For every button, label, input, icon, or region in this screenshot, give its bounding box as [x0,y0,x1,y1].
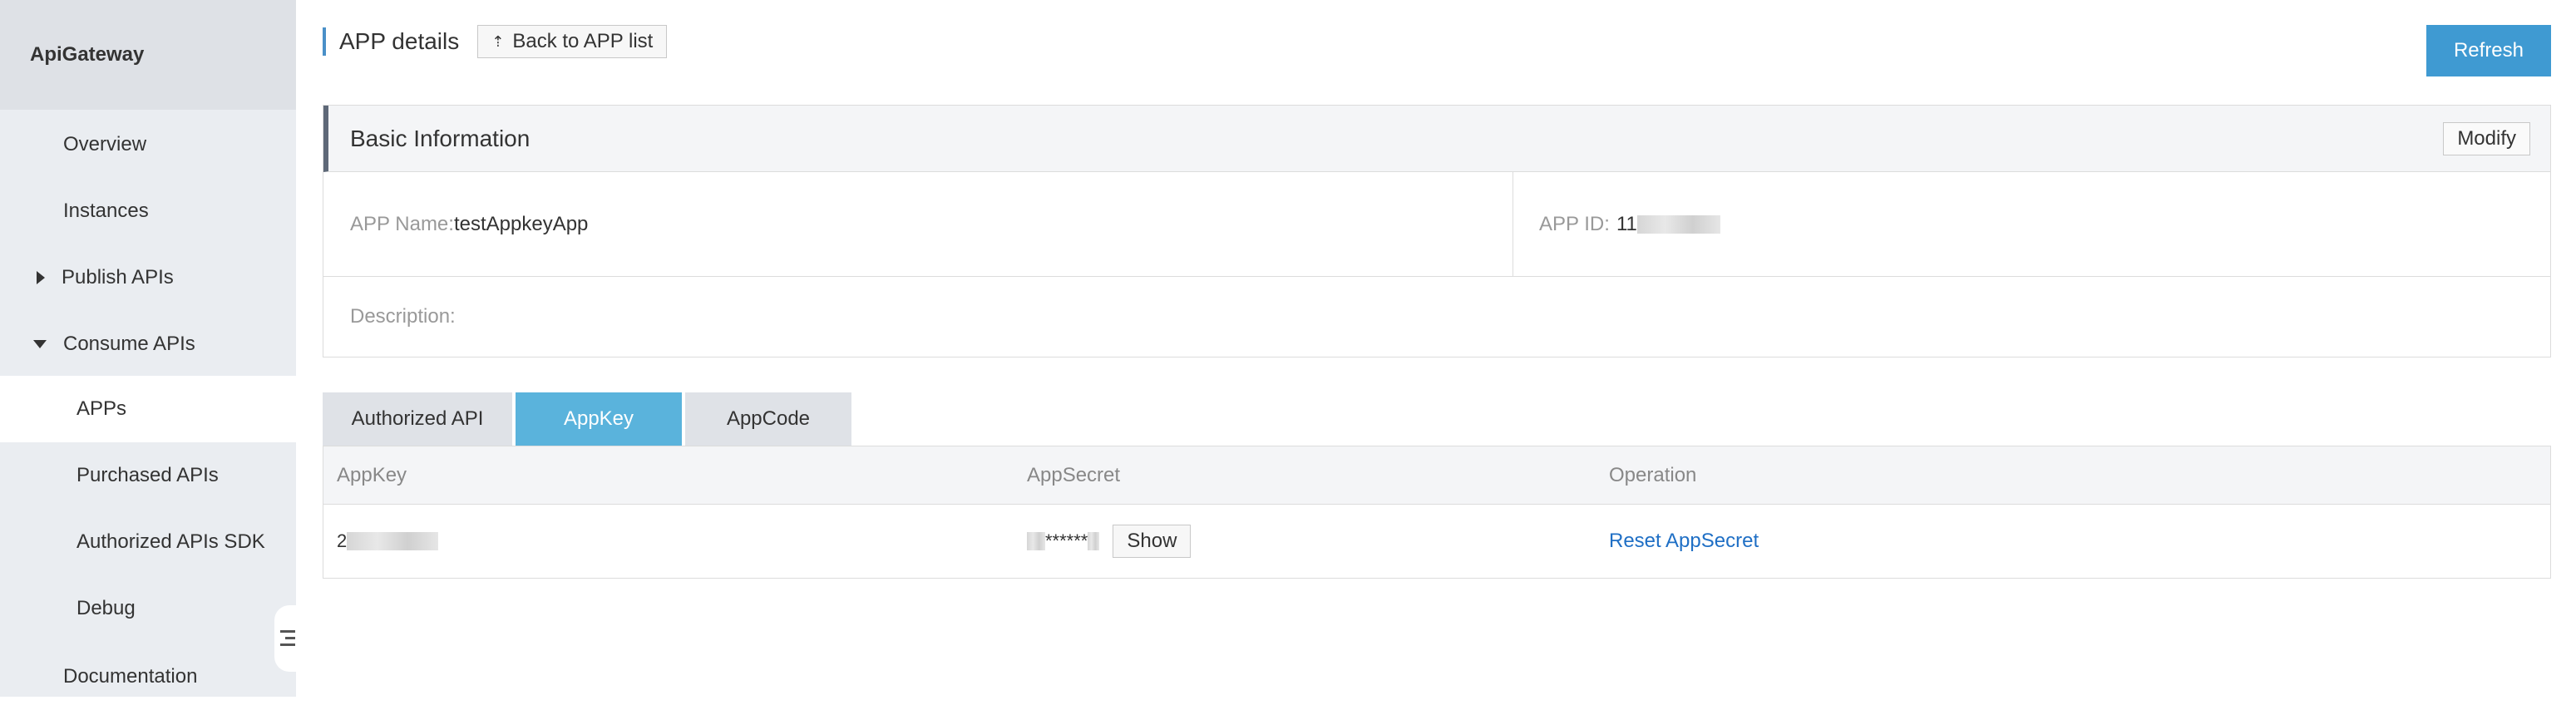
sidebar-item-label: Publish APIs [62,266,174,288]
title-accent-bar [323,27,326,56]
sidebar-item-consume-apis[interactable]: Consume APIs [0,311,296,377]
page-header: APP details ⇡ Back to APP list [323,23,668,60]
tab-authorized-api[interactable]: Authorized API [323,392,512,446]
reset-appsecret-link[interactable]: Reset AppSecret [1609,530,1759,553]
column-header-appsecret: AppSecret [1027,464,1121,486]
refresh-button[interactable]: Refresh [2426,25,2551,76]
redacted-appsecret-prefix [1027,532,1045,550]
appkey-table: AppKey AppSecret Operation 2 ****** Show… [323,446,2551,579]
modify-button[interactable]: Modify [2443,122,2530,155]
sidebar-item-apps[interactable]: APPs [0,376,296,442]
back-button-label: Back to APP list [512,30,654,52]
operation-cell: Reset AppSecret [1609,505,1759,578]
sidebar-item-documentation[interactable]: Documentation [0,643,296,710]
description-field: Description: [323,277,456,357]
info-row: APP Name: testAppkeyApp APP ID: 11 [323,172,2550,277]
caret-down-icon [33,340,47,348]
sidebar-item-label: Debug [76,597,136,619]
credential-tabs: Authorized API AppKey AppCode [323,392,855,446]
sidebar-item-label: Purchased APIs [76,464,219,486]
app-id-value: 11 [1616,212,1637,235]
page-title: APP details [339,28,460,54]
sidebar-item-label: Documentation [63,665,198,688]
appkey-cell: 2 [337,505,439,578]
basic-information-panel: Basic Information Modify APP Name: testA… [323,105,2551,357]
app-name-label: APP Name: [350,212,454,235]
sidebar-item-instances[interactable]: Instances [0,178,296,244]
sidebar-item-debug[interactable]: Debug [0,575,296,642]
caret-right-icon [37,271,45,284]
sidebar-item-publish-apis[interactable]: Publish APIs [0,244,296,311]
appkey-value: 2 [337,530,348,551]
sidebar-collapse-button[interactable] [274,605,301,672]
sidebar-item-label: Authorized APIs SDK [76,530,265,553]
app-id-field: APP ID: 11 [1539,172,1720,276]
appsecret-value: ****** [1045,530,1088,551]
sidebar-title: ApiGateway [0,0,296,110]
appsecret-cell: ****** Show [1027,505,1192,578]
table-row: 2 ****** Show Reset AppSecret [323,505,2550,578]
collapse-menu-icon [280,630,295,647]
column-header-operation: Operation [1609,464,1697,486]
tab-appcode[interactable]: AppCode [685,392,851,446]
sidebar-item-overview[interactable]: Overview [0,111,296,178]
tab-appkey[interactable]: AppKey [516,392,682,446]
sidebar-item-label: Consume APIs [63,333,195,355]
table-header: AppKey AppSecret Operation [323,446,2550,505]
description-label: Description: [350,305,456,328]
panel-title: Basic Information [350,125,530,151]
sidebar-item-purchased-apis[interactable]: Purchased APIs [0,442,296,509]
redacted-appsecret-suffix [1088,532,1100,550]
show-secret-button[interactable]: Show [1113,525,1192,558]
column-header-appkey: AppKey [337,464,407,486]
upload-arrow-icon: ⇡ [491,32,505,50]
redacted-app-id [1636,214,1720,234]
redacted-appkey [347,532,439,550]
sidebar-item-authorized-apis-sdk[interactable]: Authorized APIs SDK [0,509,296,575]
app-name-field: APP Name: testAppkeyApp [350,172,588,276]
back-to-app-list-button[interactable]: ⇡ Back to APP list [477,25,668,58]
app-id-label: APP ID: [1539,212,1610,235]
app-name-value: testAppkeyApp [453,212,589,235]
sidebar-item-label: Instances [63,200,149,222]
sidebar-item-label: Overview [63,133,147,155]
panel-header: Basic Information Modify [323,106,2550,172]
sidebar-item-label: APPs [76,397,127,420]
sidebar: ApiGateway Overview Instances Publish AP… [0,0,301,697]
